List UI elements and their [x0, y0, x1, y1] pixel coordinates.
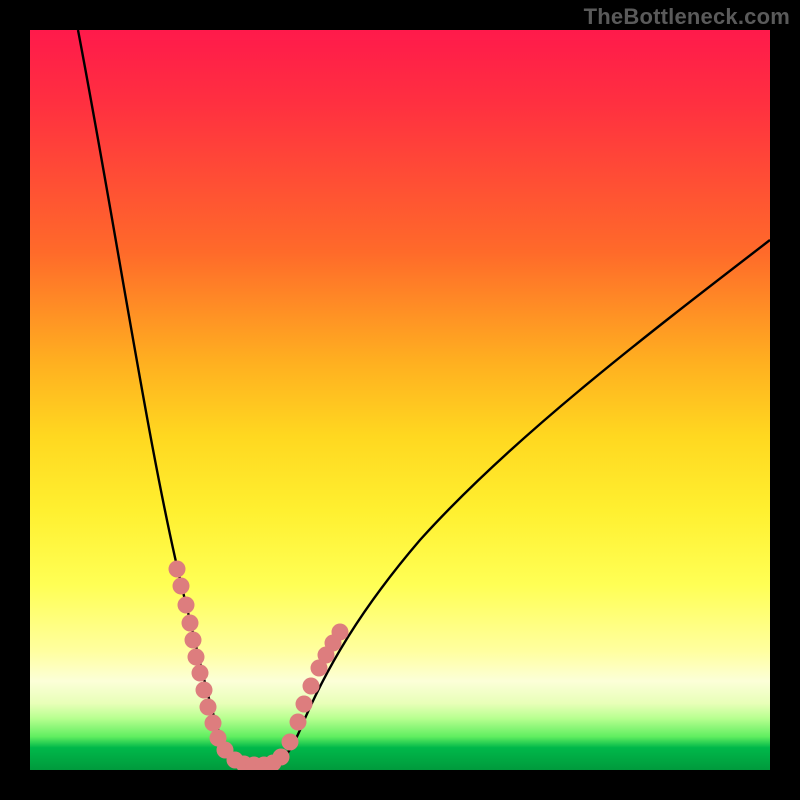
left-dots-marker — [178, 597, 195, 614]
chart-frame: TheBottleneck.com — [0, 0, 800, 800]
right-curve — [273, 240, 770, 765]
left-dots-marker — [205, 715, 222, 732]
left-dots-marker — [192, 665, 209, 682]
left-dots-marker — [185, 632, 202, 649]
left-dots-marker — [200, 699, 217, 716]
marker-layer — [169, 561, 349, 771]
right-dots-marker — [282, 734, 299, 751]
left-dots-marker — [173, 578, 190, 595]
right-dots-marker — [311, 660, 328, 677]
left-dots-marker — [188, 649, 205, 666]
right-dots-marker — [290, 714, 307, 731]
right-dots-marker — [296, 696, 313, 713]
bottom-dots-marker — [273, 749, 290, 766]
left-dots-marker — [182, 615, 199, 632]
right-dots-marker — [303, 678, 320, 695]
left-dots-marker — [169, 561, 186, 578]
left-curve — [78, 30, 246, 765]
left-dots-marker — [196, 682, 213, 699]
plot-area — [30, 30, 770, 770]
watermark-label: TheBottleneck.com — [584, 4, 790, 30]
curves-layer — [30, 30, 770, 770]
